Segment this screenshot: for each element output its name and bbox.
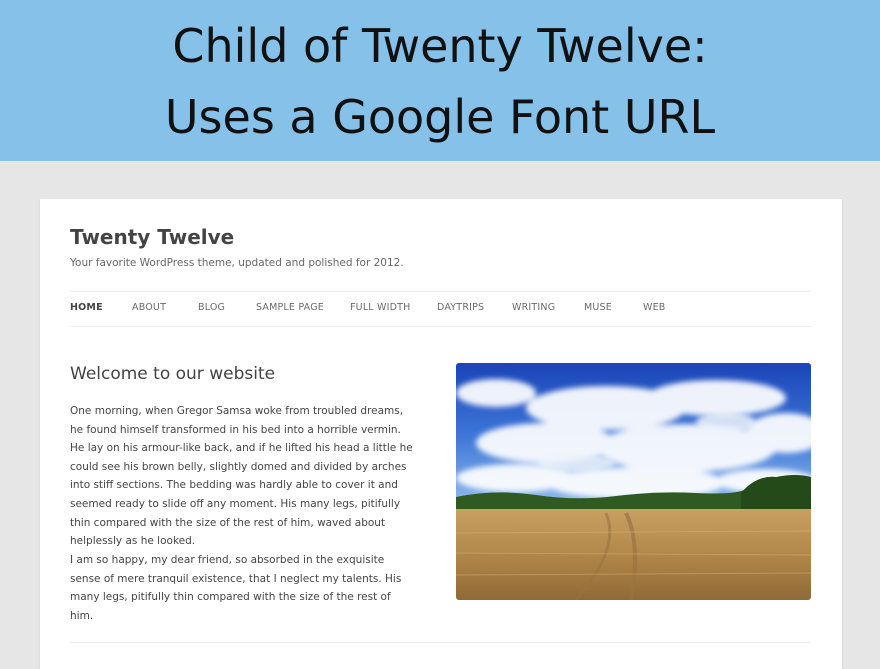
nav-item-blog[interactable]: BLOG bbox=[198, 302, 225, 313]
nav-item-writing[interactable]: WRITING bbox=[512, 302, 555, 313]
nav-item-about[interactable]: ABOUT bbox=[132, 302, 166, 313]
site-description: Your favorite WordPress theme, updated a… bbox=[70, 257, 404, 269]
nav-item-sample-page[interactable]: SAMPLE PAGE bbox=[256, 302, 324, 313]
title-banner: Child of Twenty Twelve: Uses a Google Fo… bbox=[0, 0, 880, 161]
body-paragraph-2: I am so happy, my dear friend, so absorb… bbox=[70, 554, 402, 622]
nav-item-daytrips[interactable]: DAYTRIPS bbox=[437, 302, 484, 313]
nav-item-home[interactable]: HOME bbox=[70, 302, 103, 313]
main-navigation: HOME ABOUT BLOG SAMPLE PAGE FULL WIDTH D… bbox=[70, 291, 811, 327]
banner-title-line-1: Child of Twenty Twelve: bbox=[172, 19, 708, 73]
body-paragraph-1: One morning, when Gregor Samsa woke from… bbox=[70, 405, 413, 548]
wheat-field-photo bbox=[456, 363, 811, 600]
site-title[interactable]: Twenty Twelve bbox=[70, 225, 234, 249]
nav-item-full-width[interactable]: FULL WIDTH bbox=[350, 302, 410, 313]
banner-title-line-2: Uses a Google Font URL bbox=[164, 90, 716, 144]
page-heading: Welcome to our website bbox=[70, 364, 276, 384]
nav-item-muse[interactable]: MUSE bbox=[584, 302, 612, 313]
divider bbox=[70, 642, 811, 643]
website-screenshot: Twenty Twelve Your favorite WordPress th… bbox=[40, 199, 842, 669]
nav-item-web[interactable]: WEB bbox=[643, 302, 666, 313]
